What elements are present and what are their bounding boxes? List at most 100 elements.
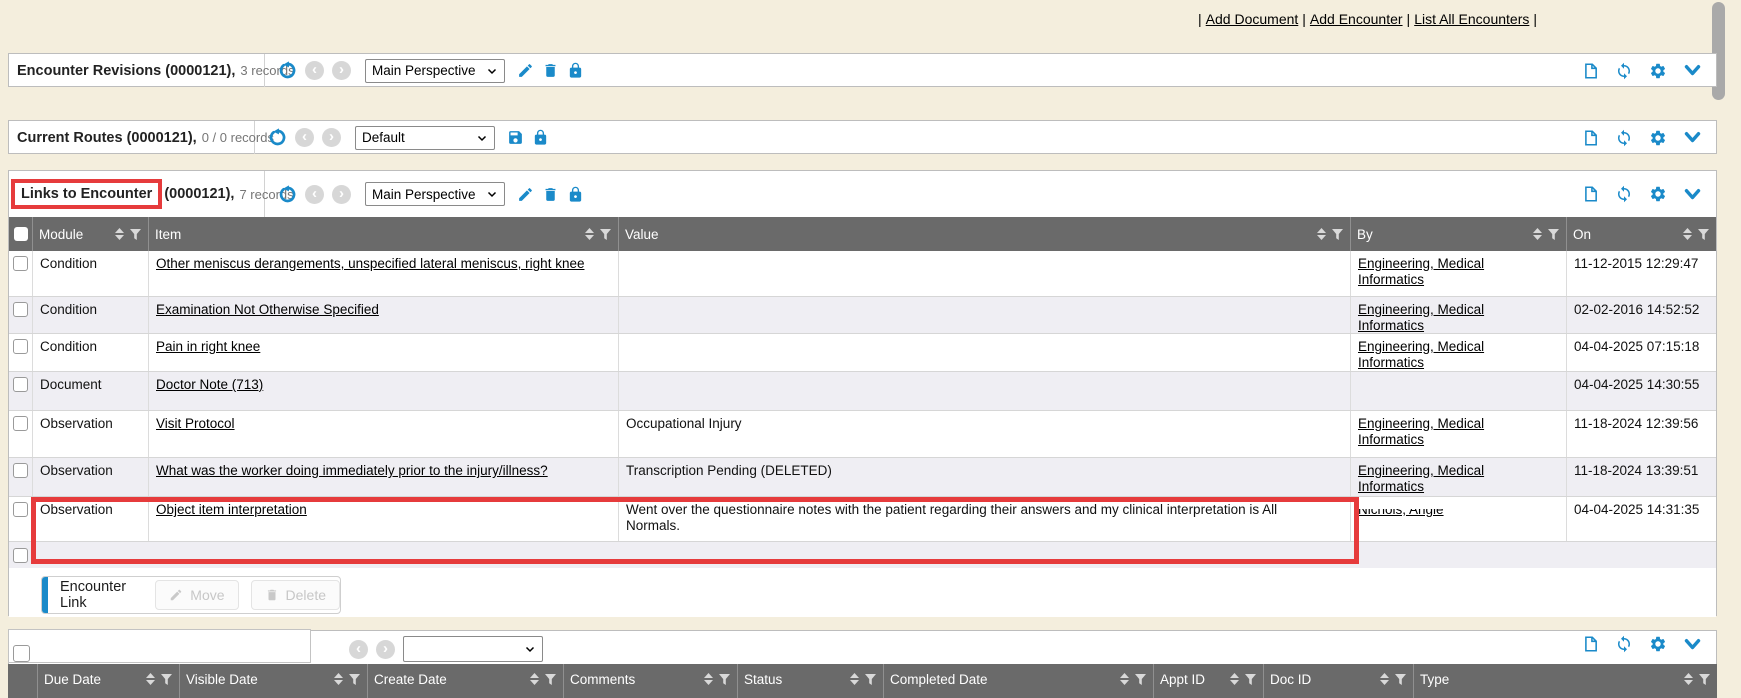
cell-value [619, 297, 1351, 333]
edit-icon[interactable] [517, 62, 534, 79]
column-header-type[interactable]: Type [1414, 664, 1717, 698]
column-header-status[interactable]: Status [738, 664, 884, 698]
settings-gear-icon[interactable] [1649, 635, 1667, 653]
cell-module: Observation [33, 458, 149, 496]
row-checkbox[interactable] [13, 377, 28, 392]
column-header-due-date[interactable]: Due Date [38, 664, 180, 698]
column-header-comments[interactable]: Comments [564, 664, 738, 698]
previous-record-button[interactable]: ‹ [295, 128, 314, 147]
lock-icon[interactable] [567, 62, 584, 79]
collapse-chevron-icon[interactable] [1683, 187, 1702, 202]
settings-gear-icon[interactable] [1649, 129, 1667, 147]
undo-icon[interactable] [268, 128, 287, 147]
settings-gear-icon[interactable] [1649, 62, 1667, 80]
save-icon[interactable] [507, 129, 524, 146]
row-checkbox[interactable] [13, 416, 28, 431]
red-annotation-box-title: Links to Encounter [11, 179, 162, 209]
row-checkbox[interactable] [13, 502, 28, 517]
select-all-checkbox[interactable] [14, 227, 28, 241]
column-header-visible-date[interactable]: Visible Date [180, 664, 368, 698]
column-header-create-date[interactable]: Create Date [368, 664, 564, 698]
row-checkbox[interactable] [13, 302, 28, 317]
column-header-completed-date[interactable]: Completed Date [884, 664, 1154, 698]
undo-icon[interactable] [278, 185, 297, 204]
perspective-select[interactable] [403, 636, 543, 662]
route-profile-select[interactable]: Default [355, 126, 495, 150]
dropdown-chevron-icon [486, 188, 498, 200]
item-link[interactable]: Visit Protocol [156, 416, 235, 431]
item-link[interactable]: Examination Not Otherwise Specified [156, 302, 379, 317]
by-link[interactable]: Engineering, Medical Informatics [1358, 463, 1523, 495]
edit-icon[interactable] [517, 186, 534, 203]
previous-record-button[interactable]: ‹ [305, 61, 324, 80]
by-link[interactable]: Engineering, Medical Informatics [1358, 416, 1523, 448]
refresh-icon[interactable] [1615, 185, 1633, 203]
delete-icon[interactable] [542, 186, 559, 203]
list-all-encounters-link[interactable]: List All Encounters [1414, 11, 1529, 27]
undo-icon[interactable] [278, 61, 297, 80]
previous-record-button[interactable]: ‹ [305, 185, 324, 204]
settings-gear-icon[interactable] [1649, 185, 1667, 203]
refresh-icon[interactable] [1615, 129, 1633, 147]
collapse-chevron-icon[interactable] [1683, 63, 1702, 78]
row-checkbox[interactable] [13, 256, 28, 271]
next-record-button[interactable]: › [332, 61, 351, 80]
collapse-chevron-icon[interactable] [1683, 637, 1702, 652]
column-header-by[interactable]: By [1351, 217, 1567, 251]
cell-item: What was the worker doing immediately pr… [149, 458, 619, 496]
add-encounter-link[interactable]: Add Encounter [1310, 11, 1403, 27]
trash-icon [265, 588, 279, 602]
encounter-revisions-panel: Encounter Revisions (0000121), 3 records… [8, 53, 1717, 87]
delete-button[interactable]: Delete [251, 580, 340, 610]
column-header-value[interactable]: Value [619, 217, 1351, 251]
add-document-link[interactable]: Add Document [1206, 11, 1299, 27]
panel-title: Links to Encounter (0000121), 7 records [9, 171, 265, 217]
record-count: 0 / 0 records [202, 130, 274, 145]
separator: | [1198, 11, 1202, 27]
next-record-button[interactable]: › [322, 128, 341, 147]
lock-icon[interactable] [567, 186, 584, 203]
by-link[interactable]: Nichols, Angie [1358, 502, 1444, 518]
refresh-icon[interactable] [1615, 635, 1633, 653]
row-checkbox[interactable] [13, 339, 28, 354]
refresh-icon[interactable] [1615, 62, 1633, 80]
item-link[interactable]: What was the worker doing immediately pr… [156, 463, 548, 478]
by-link[interactable]: Engineering, Medical Informatics [1358, 256, 1523, 288]
next-record-button[interactable]: › [332, 185, 351, 204]
item-link[interactable]: Doctor Note (713) [156, 377, 263, 392]
new-document-icon[interactable] [1582, 635, 1599, 653]
move-button[interactable]: Move [155, 580, 238, 610]
filter-icon [544, 673, 557, 686]
column-header-appt-id[interactable]: Appt ID [1154, 664, 1264, 698]
encounter-link-tab[interactable]: Encounter Link Move Delete [41, 576, 341, 614]
new-document-icon[interactable] [1582, 185, 1599, 203]
column-header-on[interactable]: On [1567, 217, 1716, 251]
column-header-item[interactable]: Item [149, 217, 619, 251]
by-link[interactable]: Engineering, Medical Informatics [1358, 302, 1523, 333]
column-header-doc-id[interactable]: Doc ID [1264, 664, 1414, 698]
table-row: Condition Examination Not Otherwise Spec… [9, 297, 1716, 334]
row-checkbox[interactable] [13, 548, 28, 563]
item-link[interactable]: Pain in right knee [156, 339, 260, 354]
sort-icon [1682, 227, 1693, 241]
select-all-checkbox[interactable] [13, 645, 30, 662]
delete-icon[interactable] [542, 62, 559, 79]
new-document-icon[interactable] [1582, 129, 1599, 147]
next-record-button[interactable]: › [376, 640, 395, 659]
previous-record-button[interactable]: ‹ [349, 640, 368, 659]
perspective-select[interactable]: Main Perspective [365, 182, 505, 206]
item-link[interactable]: Other meniscus derangements, unspecified… [156, 256, 584, 271]
cell-module: Observation [33, 411, 149, 457]
filter-icon [864, 673, 877, 686]
new-document-icon[interactable] [1582, 62, 1599, 80]
filter-icon [1547, 228, 1560, 241]
perspective-select[interactable]: Main Perspective [365, 59, 505, 83]
cell-on: 04-04-2025 14:30:55 [1567, 372, 1716, 410]
row-checkbox[interactable] [13, 463, 28, 478]
item-link[interactable]: Object item interpretation [156, 502, 307, 517]
lock-icon[interactable] [532, 129, 549, 146]
collapse-chevron-icon[interactable] [1683, 130, 1702, 145]
by-link[interactable]: Engineering, Medical Informatics [1358, 339, 1523, 371]
dropdown-chevron-icon [476, 132, 488, 144]
column-header-module[interactable]: Module [33, 217, 149, 251]
